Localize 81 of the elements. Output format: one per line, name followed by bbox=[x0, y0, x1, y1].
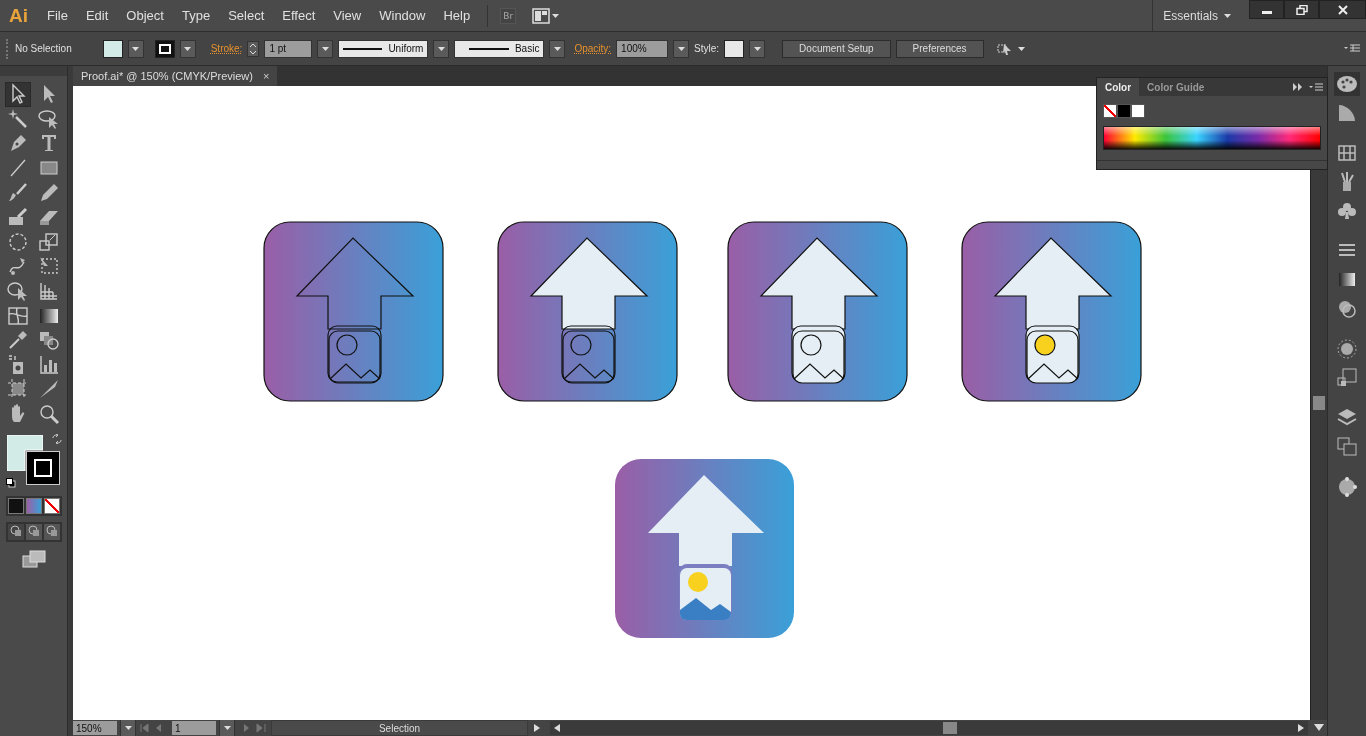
caret-icon[interactable] bbox=[321, 46, 329, 51]
zoom-field[interactable]: 150% bbox=[73, 721, 117, 735]
document-tab[interactable]: Proof.ai* @ 150% (CMYK/Preview) × bbox=[73, 66, 278, 86]
scroll-down-icon[interactable] bbox=[1311, 723, 1327, 733]
default-colors-icon[interactable] bbox=[5, 478, 16, 489]
caret-icon[interactable] bbox=[553, 46, 561, 51]
app-logo: Ai bbox=[8, 4, 29, 27]
panel-menu-icon[interactable] bbox=[1344, 43, 1360, 54]
dropdown-button[interactable] bbox=[433, 39, 450, 58]
gradient-mode-button[interactable] bbox=[25, 498, 42, 515]
menu-item[interactable]: Effect bbox=[273, 8, 325, 23]
menu-item[interactable]: Object bbox=[117, 8, 173, 23]
menu-item[interactable]: Window bbox=[370, 8, 435, 23]
panel-menu-icon[interactable] bbox=[1309, 82, 1323, 92]
dropdown-button[interactable] bbox=[179, 39, 196, 58]
layout-icon[interactable] bbox=[532, 7, 551, 24]
caret-icon[interactable] bbox=[677, 46, 685, 51]
scroll-right-icon[interactable] bbox=[1296, 723, 1306, 733]
fill-swatch[interactable] bbox=[102, 39, 123, 58]
horizontal-scrollbar[interactable] bbox=[550, 721, 1308, 735]
opacity-link[interactable]: Opacity: bbox=[574, 43, 612, 54]
artboards-icon[interactable] bbox=[1334, 435, 1360, 459]
caret-icon[interactable] bbox=[753, 46, 761, 51]
select-pointer-icon[interactable] bbox=[996, 41, 1013, 56]
color-swatch[interactable] bbox=[1131, 104, 1145, 118]
dropdown-button[interactable] bbox=[317, 39, 334, 58]
color-swatch[interactable] bbox=[1117, 104, 1131, 118]
caret-icon[interactable] bbox=[1224, 13, 1231, 18]
color-spectrum[interactable] bbox=[1103, 126, 1321, 150]
dropdown-button[interactable] bbox=[673, 39, 690, 58]
scroll-thumb[interactable] bbox=[943, 722, 957, 734]
dashed-circle-icon[interactable] bbox=[1334, 337, 1360, 361]
color-mode-button[interactable] bbox=[7, 498, 24, 515]
menu-item[interactable]: Help bbox=[434, 8, 480, 23]
caret-icon[interactable] bbox=[184, 46, 192, 51]
tab-close-button[interactable]: × bbox=[262, 70, 270, 82]
arrow-pointer-icon[interactable] bbox=[5, 82, 31, 107]
close-icon[interactable] bbox=[1336, 4, 1349, 15]
stroke-weight-field[interactable]: 1 pt bbox=[264, 39, 313, 58]
collapse-icon[interactable] bbox=[1293, 83, 1303, 91]
brush-dropdown[interactable]: Basic bbox=[454, 39, 545, 58]
workspace-switcher[interactable]: Essentials bbox=[1163, 8, 1218, 23]
dropdown-button[interactable] bbox=[549, 39, 566, 58]
swap-icon[interactable] bbox=[51, 434, 62, 445]
menu-item[interactable]: Edit bbox=[76, 8, 118, 23]
caret-icon[interactable] bbox=[437, 46, 445, 51]
caret-icon[interactable] bbox=[552, 13, 560, 18]
opacity-field[interactable]: 100% bbox=[616, 39, 669, 58]
status-menu[interactable]: Selection bbox=[271, 720, 528, 736]
restore-button[interactable] bbox=[1284, 0, 1319, 19]
caret-icon[interactable] bbox=[1017, 46, 1025, 51]
stroke-link[interactable]: Stroke: bbox=[210, 43, 243, 54]
menu-item[interactable]: Type bbox=[172, 8, 220, 23]
restore-icon[interactable] bbox=[1295, 4, 1308, 15]
caret-icon[interactable] bbox=[223, 726, 231, 730]
menu-item[interactable]: File bbox=[38, 8, 77, 23]
scroll-thumb[interactable] bbox=[1313, 396, 1325, 410]
menu-item[interactable]: Select bbox=[219, 8, 274, 23]
dropdown-button[interactable] bbox=[749, 39, 766, 58]
none-mode-button[interactable] bbox=[43, 498, 60, 515]
close-button[interactable] bbox=[1319, 0, 1366, 19]
bridge-button[interactable]: Br bbox=[500, 7, 517, 24]
menu-item[interactable]: View bbox=[324, 8, 371, 23]
selection-label: No Selection bbox=[15, 43, 72, 54]
stroke-swatch[interactable] bbox=[154, 39, 175, 58]
palette-icon[interactable] bbox=[1334, 72, 1360, 96]
caret-icon[interactable] bbox=[132, 46, 140, 51]
stepper-icon[interactable] bbox=[247, 40, 260, 57]
profile-dropdown[interactable]: Uniform bbox=[338, 39, 429, 58]
minimize-button[interactable] bbox=[1249, 0, 1284, 19]
page-field[interactable]: 1 bbox=[172, 721, 216, 735]
panel-tab[interactable]: Color bbox=[1097, 78, 1140, 96]
scroll-left-icon[interactable] bbox=[552, 723, 562, 733]
preferences-button[interactable]: Preferences bbox=[895, 39, 984, 58]
none-swatch[interactable] bbox=[1103, 104, 1117, 118]
screen-mode-icon[interactable] bbox=[21, 550, 46, 569]
dropdown-button[interactable] bbox=[127, 39, 144, 58]
style-swatch[interactable] bbox=[724, 39, 745, 58]
caret-icon[interactable] bbox=[124, 726, 132, 730]
document-setup-button[interactable]: Document Setup bbox=[782, 39, 891, 58]
style-label: Style: bbox=[694, 43, 720, 54]
